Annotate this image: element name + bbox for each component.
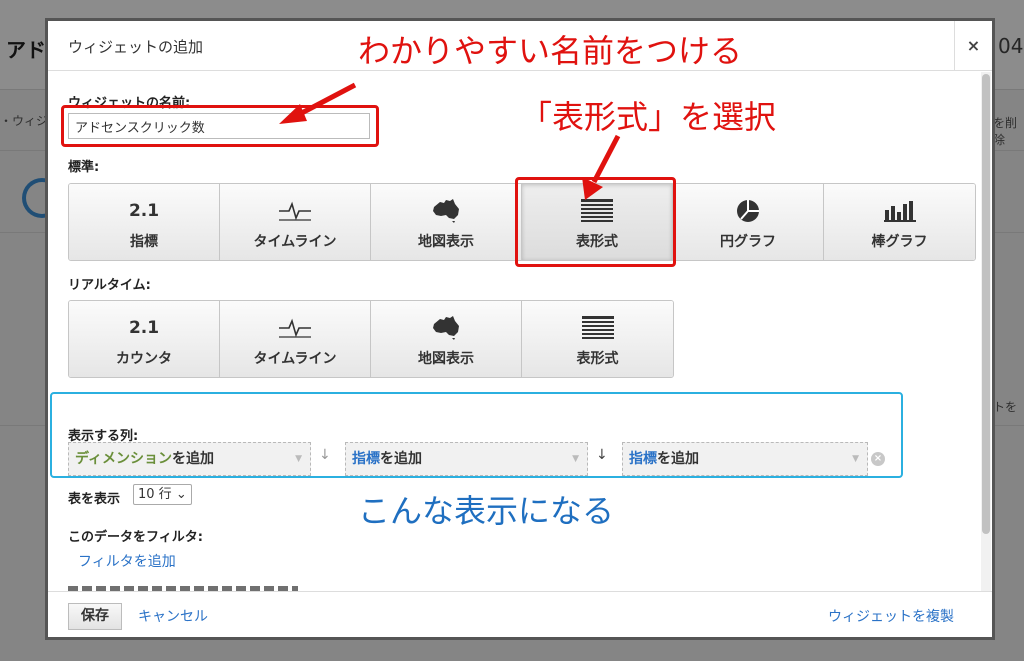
name-arrow-icon (279, 82, 357, 124)
table-arrow-icon (582, 134, 621, 200)
annotation-arrows (279, 82, 621, 200)
